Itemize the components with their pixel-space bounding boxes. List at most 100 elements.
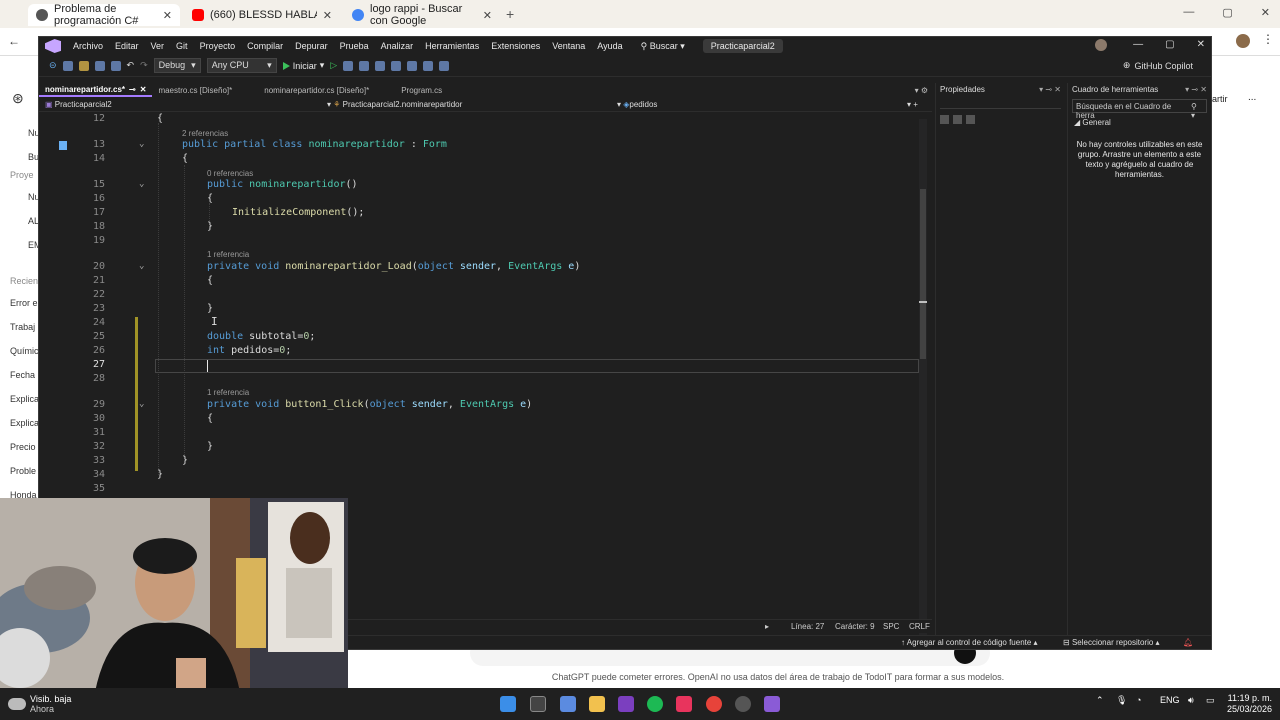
sidebar-item[interactable]: Químic bbox=[10, 346, 39, 356]
toolbox-search[interactable]: Búsqueda en el Cuadro de herra ⚲ ▾ bbox=[1072, 99, 1207, 120]
menu-archivo[interactable]: Archivo bbox=[67, 41, 109, 51]
tab-maestro-design[interactable]: maestro.cs [Diseño]* bbox=[152, 83, 238, 97]
sidebar-item[interactable]: Explica bbox=[10, 394, 39, 404]
collapse-icon[interactable]: ⌄ bbox=[139, 261, 144, 271]
menu-herramientas[interactable]: Herramientas bbox=[419, 41, 485, 51]
back-icon[interactable]: ⊝ bbox=[49, 60, 57, 71]
spotify-icon[interactable] bbox=[647, 696, 663, 712]
undo-icon[interactable]: ↶ bbox=[127, 60, 135, 71]
close-icon[interactable]: ✕ bbox=[323, 9, 332, 22]
vs-window-controls[interactable]: — ▢ ✕ bbox=[1133, 39, 1205, 50]
type-dropdown[interactable]: ▾ ⚘ Practicaparcial2.nominarepartidor bbox=[327, 100, 462, 109]
sidebar-item[interactable]: Error e bbox=[10, 298, 38, 308]
save-icon[interactable] bbox=[94, 60, 105, 71]
start-button[interactable]: Iniciar ▾ bbox=[282, 60, 324, 71]
close-icon[interactable]: ✕ bbox=[1197, 39, 1205, 50]
whitespace-indicator[interactable]: SPC bbox=[883, 622, 899, 631]
panel-controls[interactable]: ▾ ⊸ ✕ bbox=[1039, 85, 1061, 95]
project-dropdown[interactable]: ▣ Practicaparcial2 bbox=[45, 100, 112, 109]
menu-ver[interactable]: Ver bbox=[145, 41, 171, 51]
language-indicator[interactable]: ENG bbox=[1160, 695, 1180, 705]
app-icon[interactable] bbox=[735, 696, 751, 712]
menu-ayuda[interactable]: Ayuda bbox=[591, 41, 628, 51]
tab-nominarepartidor-design[interactable]: nominarepartidor.cs [Diseño]* bbox=[258, 83, 375, 97]
sidebar-item[interactable]: Precio bbox=[10, 442, 36, 452]
editor-scrollbar[interactable] bbox=[919, 119, 927, 649]
weather-widget[interactable]: Visib. baja Ahora bbox=[8, 694, 71, 714]
menu-analizar[interactable]: Analizar bbox=[375, 41, 420, 51]
member-dropdown[interactable]: ▾ ◈pedidos bbox=[617, 100, 657, 109]
menu-editar[interactable]: Editar bbox=[109, 41, 145, 51]
account-avatar[interactable] bbox=[1095, 39, 1107, 51]
sidebar-item[interactable]: Proble bbox=[10, 466, 36, 476]
close-icon[interactable]: ✕ bbox=[163, 9, 172, 22]
bookmark-icon[interactable] bbox=[439, 60, 450, 71]
object-selector[interactable] bbox=[940, 101, 1061, 109]
battery-icon[interactable]: ▭ bbox=[1206, 695, 1215, 706]
menu-compilar[interactable]: Compilar bbox=[241, 41, 289, 51]
microphone-icon[interactable]: 🎙︎ bbox=[1116, 695, 1127, 706]
browser-tab-youtube[interactable]: (660) BLESSD HABLA DE LOS C ✕ bbox=[184, 4, 340, 26]
close-icon[interactable]: ✕ bbox=[483, 9, 492, 22]
visual-studio-icon[interactable] bbox=[764, 696, 780, 712]
close-icon[interactable]: ✕ bbox=[140, 85, 147, 94]
task-view-icon[interactable] bbox=[530, 696, 546, 712]
toolbar-icon[interactable] bbox=[343, 60, 354, 71]
codelens-references[interactable]: 2 referencias bbox=[182, 129, 228, 138]
column-indicator[interactable]: Carácter: 9 bbox=[835, 622, 875, 631]
scrollbar-thumb[interactable] bbox=[920, 189, 926, 359]
start-without-debug-icon[interactable]: ▷ bbox=[330, 60, 337, 71]
new-project-icon[interactable] bbox=[62, 60, 73, 71]
categorized-icon[interactable] bbox=[940, 115, 949, 124]
tab-nominarepartidor-cs[interactable]: nominarepartidor.cs* ⊸ ✕ bbox=[39, 83, 153, 97]
new-tab-button[interactable]: + bbox=[506, 6, 514, 22]
clock[interactable]: 11:19 p. m. 25/03/2026 bbox=[1222, 693, 1272, 715]
codelens-references[interactable]: 1 referencia bbox=[207, 388, 249, 397]
code-editor[interactable]: 12 { 2 referencias 13 ⌄ public partial c… bbox=[39, 113, 924, 533]
menu-extensiones[interactable]: Extensiones bbox=[485, 41, 546, 51]
tray-overflow-icon[interactable]: ⌃ bbox=[1096, 695, 1104, 706]
codelens-references[interactable]: 1 referencia bbox=[207, 250, 249, 259]
properties-icon[interactable] bbox=[966, 115, 975, 124]
line-ending-indicator[interactable]: CRLF bbox=[909, 622, 930, 631]
volume-icon[interactable]: 🔊︎ bbox=[1188, 695, 1194, 706]
menu-proyecto[interactable]: Proyecto bbox=[194, 41, 242, 51]
alphabetical-icon[interactable] bbox=[953, 115, 962, 124]
collapse-icon[interactable]: ⌄ bbox=[139, 399, 144, 409]
back-icon[interactable]: ← bbox=[8, 34, 20, 48]
sidebar-item[interactable]: Trabaj bbox=[10, 322, 35, 332]
split-icon[interactable]: ▾ + bbox=[907, 100, 918, 109]
avatar[interactable] bbox=[1236, 34, 1250, 48]
redo-icon[interactable]: ↷ bbox=[140, 60, 148, 71]
tab-program-cs[interactable]: Program.cs bbox=[395, 83, 448, 97]
menu-ventana[interactable]: Ventana bbox=[546, 41, 591, 51]
more-icon[interactable]: ⋮ bbox=[1262, 32, 1274, 46]
notifications-icon[interactable]: 🔔︎ bbox=[1183, 638, 1193, 647]
save-all-icon[interactable] bbox=[110, 60, 121, 71]
maximize-icon[interactable]: ▢ bbox=[1165, 39, 1174, 50]
app-icon[interactable] bbox=[676, 696, 692, 712]
windows-start-icon[interactable] bbox=[500, 696, 516, 712]
menu-prueba[interactable]: Prueba bbox=[334, 41, 375, 51]
platform-dropdown[interactable]: Any CPU ▾ bbox=[206, 58, 277, 73]
browser-tab-google[interactable]: logo rappi - Buscar con Google ✕ bbox=[344, 3, 500, 27]
menu-git[interactable]: Git bbox=[170, 41, 194, 51]
toolbar-icon[interactable] bbox=[423, 60, 434, 71]
toolbox-group-general[interactable]: ◢ General bbox=[1068, 115, 1211, 130]
app-icon[interactable] bbox=[618, 696, 634, 712]
toolbar-icon[interactable] bbox=[391, 60, 402, 71]
codelens-references[interactable]: 0 referencias bbox=[207, 169, 253, 178]
github-copilot-button[interactable]: ⊕ GitHub Copilot bbox=[1123, 60, 1193, 71]
toolbar-icon[interactable] bbox=[407, 60, 418, 71]
browser-tab-chatgpt[interactable]: Problema de programación C# ✕ bbox=[28, 3, 180, 27]
sidebar-item[interactable]: Fecha bbox=[10, 370, 35, 380]
network-icon[interactable]: ◔ bbox=[1136, 695, 1141, 705]
tab-overflow-icon[interactable]: ▾ ⚙ bbox=[915, 86, 932, 95]
pin-icon[interactable]: ⊸ bbox=[129, 85, 136, 94]
chrome-icon[interactable] bbox=[706, 696, 722, 712]
share-button[interactable]: artir bbox=[1212, 94, 1228, 104]
repository-button[interactable]: ⊟ Seleccionar repositorio ▴ bbox=[1063, 638, 1160, 647]
toolbar-icon[interactable] bbox=[359, 60, 370, 71]
toolbar-icon[interactable] bbox=[375, 60, 386, 71]
panel-controls[interactable]: ▾ ⊸ ✕ bbox=[1185, 85, 1207, 95]
